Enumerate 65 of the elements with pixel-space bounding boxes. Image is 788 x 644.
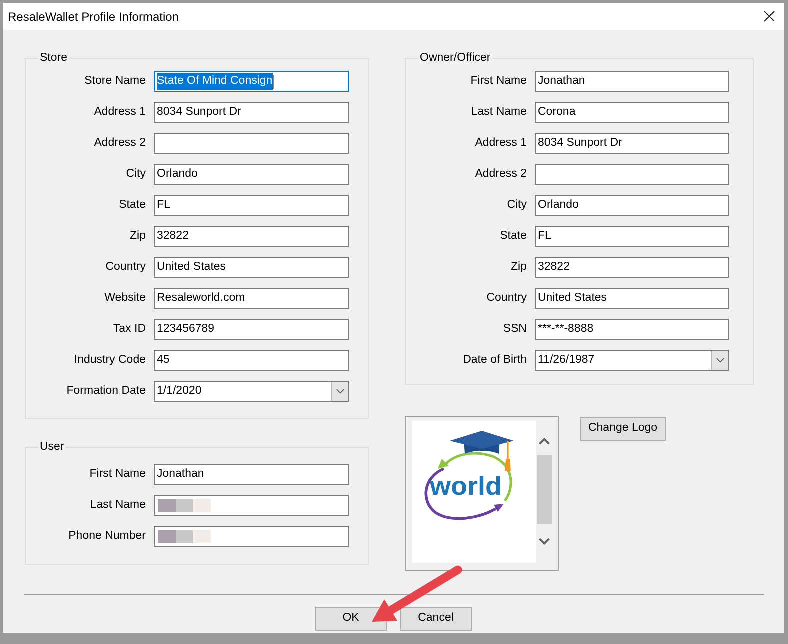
logo-wordmark: world: [430, 471, 500, 501]
text-field[interactable]: 32822: [535, 257, 729, 278]
text-field[interactable]: FL: [535, 226, 729, 247]
text-field[interactable]: 8034 Sunport Dr: [154, 102, 349, 123]
field-label: Phone Number: [68, 528, 146, 544]
field-label: Address 2: [474, 166, 527, 182]
field-label: First Name: [88, 466, 146, 482]
change-logo-button[interactable]: Change Logo: [580, 417, 666, 441]
field-label: State: [499, 228, 527, 244]
text-field[interactable]: [535, 164, 729, 185]
chevron-up-icon: [538, 438, 550, 444]
field-label: Last Name: [470, 104, 527, 120]
text-field[interactable]: [154, 495, 349, 516]
text-field[interactable]: Orlando: [154, 164, 349, 185]
dropdown-button[interactable]: [711, 351, 728, 370]
field-label: Formation Date: [66, 384, 146, 399]
field-label: Date of Birth: [462, 352, 527, 368]
text-field[interactable]: [154, 133, 349, 154]
field-label: Website: [104, 290, 146, 306]
text-field[interactable]: ***-**-8888: [535, 319, 729, 340]
text-field[interactable]: Corona: [535, 102, 729, 123]
text-field[interactable]: State Of Mind Consign: [154, 71, 349, 92]
field-label: Zip: [510, 260, 527, 275]
chevron-down-icon: [538, 538, 550, 544]
group-title: Store: [39, 51, 68, 65]
redacted-text: [158, 499, 211, 512]
text-field[interactable]: [154, 526, 349, 547]
text-field[interactable]: 123456789: [154, 319, 349, 340]
close-icon: [764, 11, 774, 22]
field-label: Zip: [129, 228, 146, 244]
redacted-text: [158, 530, 211, 543]
text-field[interactable]: United States: [535, 288, 729, 309]
text-field[interactable]: Orlando: [535, 195, 729, 216]
field-label: Store Name: [84, 74, 146, 89]
field-label: City: [125, 166, 146, 182]
group-title: Owner/Officer: [419, 51, 492, 65]
text-field[interactable]: 8034 Sunport Dr: [535, 133, 729, 154]
scrollbar-thumb[interactable]: [536, 455, 552, 524]
text-field[interactable]: 32822: [154, 226, 349, 247]
field-label: Tax ID: [112, 322, 146, 337]
date-picker[interactable]: 1/1/2020: [154, 381, 349, 402]
dropdown-button[interactable]: [331, 382, 348, 401]
field-label: City: [506, 198, 527, 213]
field-label: Last Name: [89, 498, 146, 513]
text-field[interactable]: United States: [154, 257, 349, 278]
field-label: Address 1: [474, 136, 527, 151]
field-label: Industry Code: [73, 352, 146, 368]
date-picker[interactable]: 11/26/1987: [535, 350, 729, 371]
text-field[interactable]: FL: [154, 195, 349, 216]
text-field[interactable]: Resaleworld.com: [154, 288, 349, 309]
field-label: First Name: [470, 74, 527, 89]
dialog-button[interactable]: Cancel: [400, 607, 472, 631]
chevron-down-icon: [716, 358, 724, 363]
field-label: SSN: [502, 322, 527, 337]
field-label: Country: [486, 290, 527, 306]
text-field[interactable]: Jonathan: [535, 71, 729, 92]
field-label: Address 1: [93, 104, 146, 120]
chevron-down-icon: [336, 389, 344, 394]
group-title: User: [39, 440, 66, 454]
field-label: Address 2: [93, 136, 146, 151]
window-title: ResaleWallet Profile Information: [7, 8, 179, 26]
text-field[interactable]: Jonathan: [154, 464, 349, 485]
field-label: Country: [104, 260, 146, 275]
text-field[interactable]: 45: [154, 350, 349, 371]
field-label: State: [118, 198, 146, 213]
